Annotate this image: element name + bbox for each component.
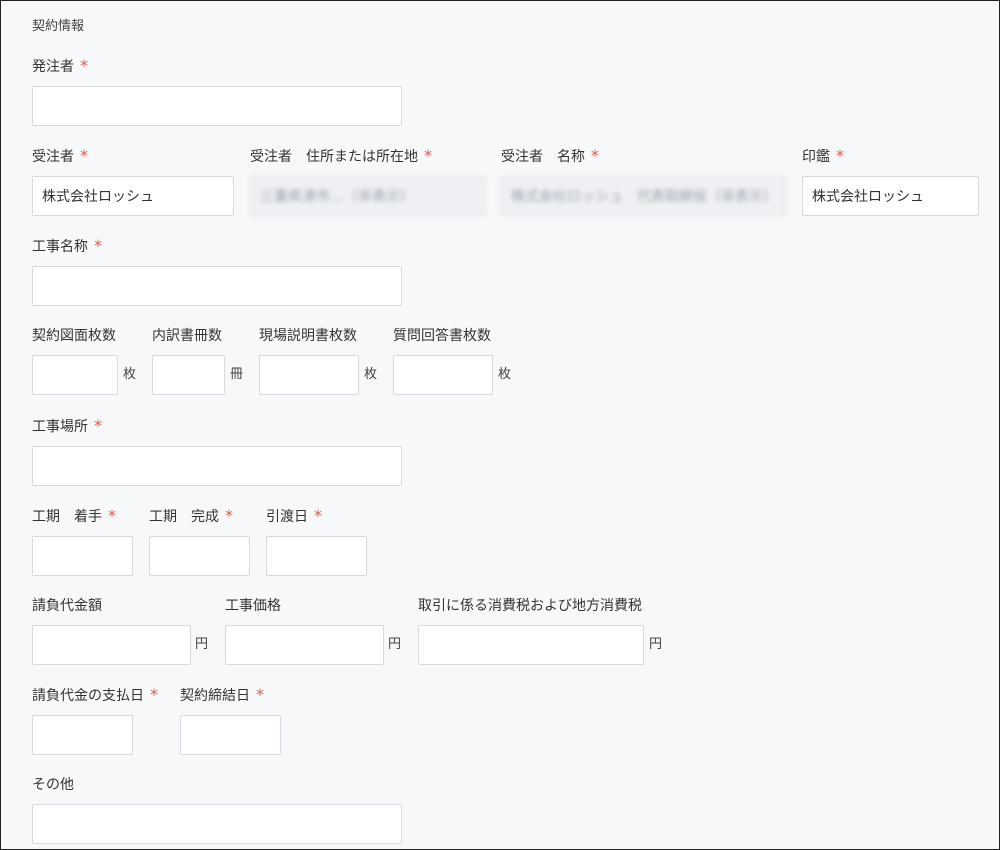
site-location-input[interactable] — [32, 446, 402, 486]
construction-price-label: 工事価格 — [225, 598, 281, 614]
required-mark: * — [424, 146, 432, 165]
unit-label: 円 — [195, 637, 209, 652]
section-title: 契約情報 — [32, 19, 85, 34]
contract-amount-label: 請負代金額 — [32, 598, 102, 614]
orderer-input[interactable] — [32, 86, 402, 126]
seal-input[interactable] — [802, 176, 979, 216]
unit-label: 円 — [649, 637, 663, 652]
qa-sheets-label: 質問回答書枚数 — [393, 328, 491, 344]
contractor-label: 受注者 * — [32, 146, 88, 165]
project-name-input[interactable] — [32, 266, 402, 306]
contract-info-form: 契約情報 発注者* 受注者* 受注者 住所または所在地* 受注者 名称* 印鑑*… — [0, 0, 1000, 850]
construction-price-input[interactable] — [225, 625, 384, 665]
unit-label: 枚 — [123, 367, 137, 382]
orderer-label: 発注者 * — [32, 56, 88, 75]
tax-input[interactable] — [418, 625, 644, 665]
payment-date-input[interactable] — [32, 715, 133, 755]
breakdown-books-label: 内訳書冊数 — [152, 328, 222, 344]
unit-label: 冊 — [230, 367, 244, 382]
delivery-date-input[interactable] — [266, 536, 367, 576]
required-mark: * — [150, 685, 158, 704]
period-end-label: 工期 完成 * — [149, 506, 233, 525]
site-explanation-input[interactable] — [259, 355, 359, 395]
contractor-address-input[interactable] — [250, 176, 485, 216]
contract-drawings-input[interactable] — [32, 355, 118, 395]
contractor-name-label: 受注者 名称 * — [501, 146, 599, 165]
required-mark: * — [94, 236, 102, 255]
required-mark: * — [836, 146, 844, 165]
contractor-address-label: 受注者 住所または所在地 * — [250, 146, 432, 165]
period-end-input[interactable] — [149, 536, 250, 576]
seal-label: 印鑑 * — [802, 146, 844, 165]
delivery-date-label: 引渡日 * — [266, 506, 322, 525]
period-start-input[interactable] — [32, 536, 133, 576]
unit-label: 円 — [388, 637, 402, 652]
contractor-name-input[interactable] — [501, 176, 786, 216]
site-explanation-label: 現場説明書枚数 — [259, 328, 357, 344]
contract-date-label: 契約締結日 * — [180, 685, 264, 704]
site-location-label: 工事場所 * — [32, 416, 102, 435]
required-mark: * — [225, 506, 233, 525]
qa-sheets-input[interactable] — [393, 355, 493, 395]
required-mark: * — [256, 685, 264, 704]
required-mark: * — [591, 146, 599, 165]
required-mark: * — [80, 56, 88, 75]
unit-label: 枚 — [498, 367, 512, 382]
required-mark: * — [108, 506, 116, 525]
payment-date-label: 請負代金の支払日 * — [32, 685, 158, 704]
contract-drawings-label: 契約図面枚数 — [32, 328, 116, 344]
contractor-input[interactable] — [32, 176, 234, 216]
required-mark: * — [80, 146, 88, 165]
unit-label: 枚 — [364, 367, 378, 382]
project-name-label: 工事名称 * — [32, 236, 102, 255]
tax-label: 取引に係る消費税および地方消費税 — [418, 598, 642, 614]
required-mark: * — [94, 416, 102, 435]
other-input[interactable] — [32, 804, 402, 844]
contract-date-input[interactable] — [180, 715, 281, 755]
breakdown-books-input[interactable] — [152, 355, 225, 395]
required-mark: * — [314, 506, 322, 525]
period-start-label: 工期 着手 * — [32, 506, 116, 525]
contract-amount-input[interactable] — [32, 625, 191, 665]
other-label: その他 — [32, 777, 74, 793]
